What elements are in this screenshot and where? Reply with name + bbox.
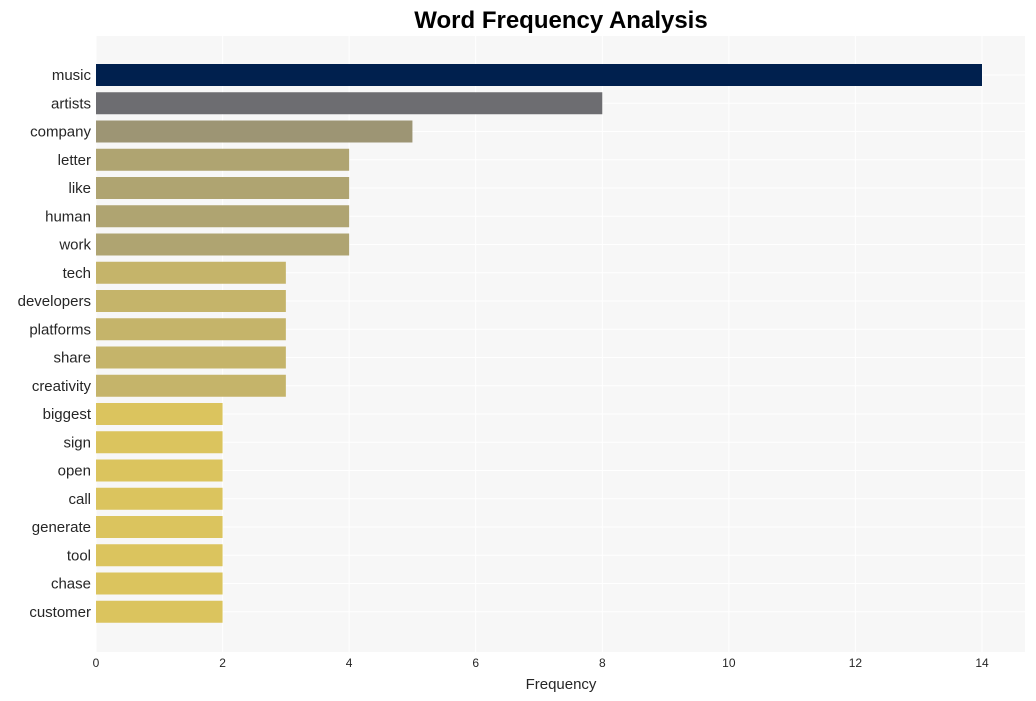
- y-tick-label: chase: [51, 576, 91, 593]
- bar-developers: [96, 290, 286, 312]
- bar-company: [96, 120, 413, 143]
- y-tick-label: platforms: [29, 321, 91, 338]
- bar-generate: [96, 516, 223, 538]
- y-tick-label: biggest: [43, 406, 92, 423]
- x-tick-labels: 0 2 4 6 8 10 12 14: [93, 656, 989, 670]
- y-tick-labels: music artists company letter like human work te…: [18, 67, 92, 621]
- x-tick-label: 6: [472, 656, 479, 670]
- x-tick-label: 14: [975, 656, 989, 670]
- x-tick-label: 8: [599, 656, 606, 670]
- x-tick-label: 4: [346, 656, 353, 670]
- x-tick-label: 2: [219, 656, 226, 670]
- bar-work: [96, 233, 350, 256]
- y-tick-label: developers: [18, 293, 91, 310]
- y-tick-label: letter: [58, 152, 91, 169]
- y-tick-label: music: [52, 67, 92, 84]
- bar-sign: [96, 431, 223, 454]
- bar-share: [96, 346, 286, 369]
- bar-open: [96, 459, 223, 482]
- bar-tool: [96, 544, 223, 567]
- bar-letter: [96, 148, 350, 171]
- x-tick-label: 0: [93, 656, 100, 670]
- y-tick-label: tech: [63, 265, 91, 282]
- y-tick-label: like: [68, 180, 91, 197]
- y-tick-label: generate: [32, 519, 91, 536]
- y-tick-label: company: [30, 124, 91, 141]
- chart-title: Word Frequency Analysis: [414, 7, 707, 34]
- bar-human: [96, 205, 350, 228]
- y-tick-label: share: [53, 350, 91, 367]
- bar-tech: [96, 261, 286, 284]
- bar-artists: [96, 92, 603, 115]
- bar-call: [96, 487, 223, 510]
- x-tick-label: 12: [849, 656, 863, 670]
- x-tick-label: 10: [722, 656, 736, 670]
- bar-platforms: [96, 318, 286, 341]
- y-tick-label: customer: [29, 604, 91, 621]
- y-tick-label: artists: [51, 95, 91, 112]
- y-tick-label: human: [45, 208, 91, 225]
- x-axis-label: Frequency: [526, 676, 597, 693]
- y-tick-label: call: [68, 491, 91, 508]
- bar-chase: [96, 572, 223, 595]
- bar-music: [96, 64, 982, 86]
- y-tick-label: creativity: [32, 378, 92, 395]
- word-frequency-chart: music artists company letter like human work te…: [18, 7, 1025, 693]
- y-tick-label: open: [58, 463, 91, 480]
- bar-biggest: [96, 403, 223, 425]
- bar-like: [96, 177, 350, 199]
- y-tick-label: sign: [63, 434, 91, 451]
- bar-creativity: [96, 374, 286, 397]
- y-tick-label: tool: [67, 547, 91, 564]
- y-tick-label: work: [58, 237, 91, 254]
- bar-customer: [96, 600, 223, 623]
